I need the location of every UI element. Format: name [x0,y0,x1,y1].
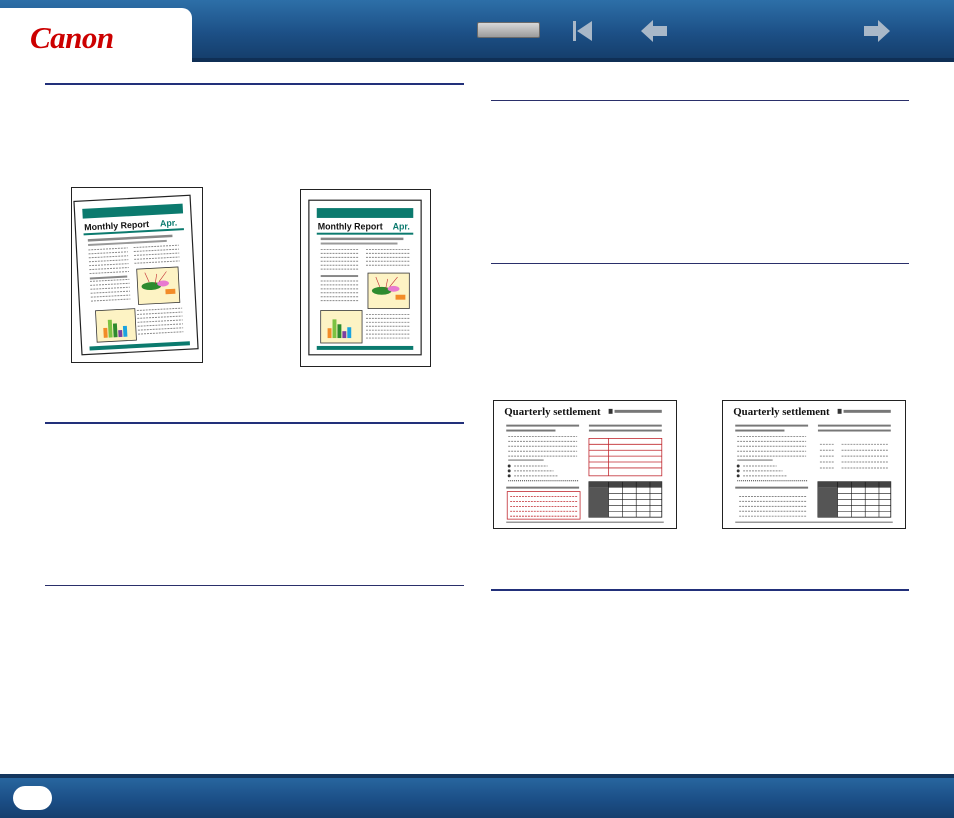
settlement-after-title: Quarterly settlement [733,406,830,418]
canon-logo: Canon [30,20,114,55]
settlement-after-figure: Quarterly settlement [722,400,906,529]
skewed-document-figure: Monthly Report Apr. [71,187,203,363]
section-rule [45,83,464,85]
deskewed-doc-title: Monthly Report [318,222,383,232]
nav-blank-button[interactable] [477,22,540,38]
section-rule [45,585,464,586]
top-nav-bar: Canon [0,0,954,62]
deskewed-document-figure: Monthly Report Apr. [300,189,431,367]
deskewed-doc-month: Apr. [393,222,410,232]
first-page-icon[interactable] [568,18,596,44]
section-rule [491,589,909,591]
next-page-icon[interactable] [863,18,891,44]
section-rule [45,422,464,424]
settlement-before-title: Quarterly settlement [504,406,601,418]
skewed-doc-month: Apr. [160,218,178,229]
settlement-before-figure: Quarterly settlement [493,400,677,529]
logo-tab: Canon [0,8,192,62]
section-rule [491,263,909,264]
page-number-badge [13,786,52,810]
section-rule [491,100,909,101]
previous-page-icon[interactable] [640,18,668,44]
bottom-bar [0,774,954,818]
